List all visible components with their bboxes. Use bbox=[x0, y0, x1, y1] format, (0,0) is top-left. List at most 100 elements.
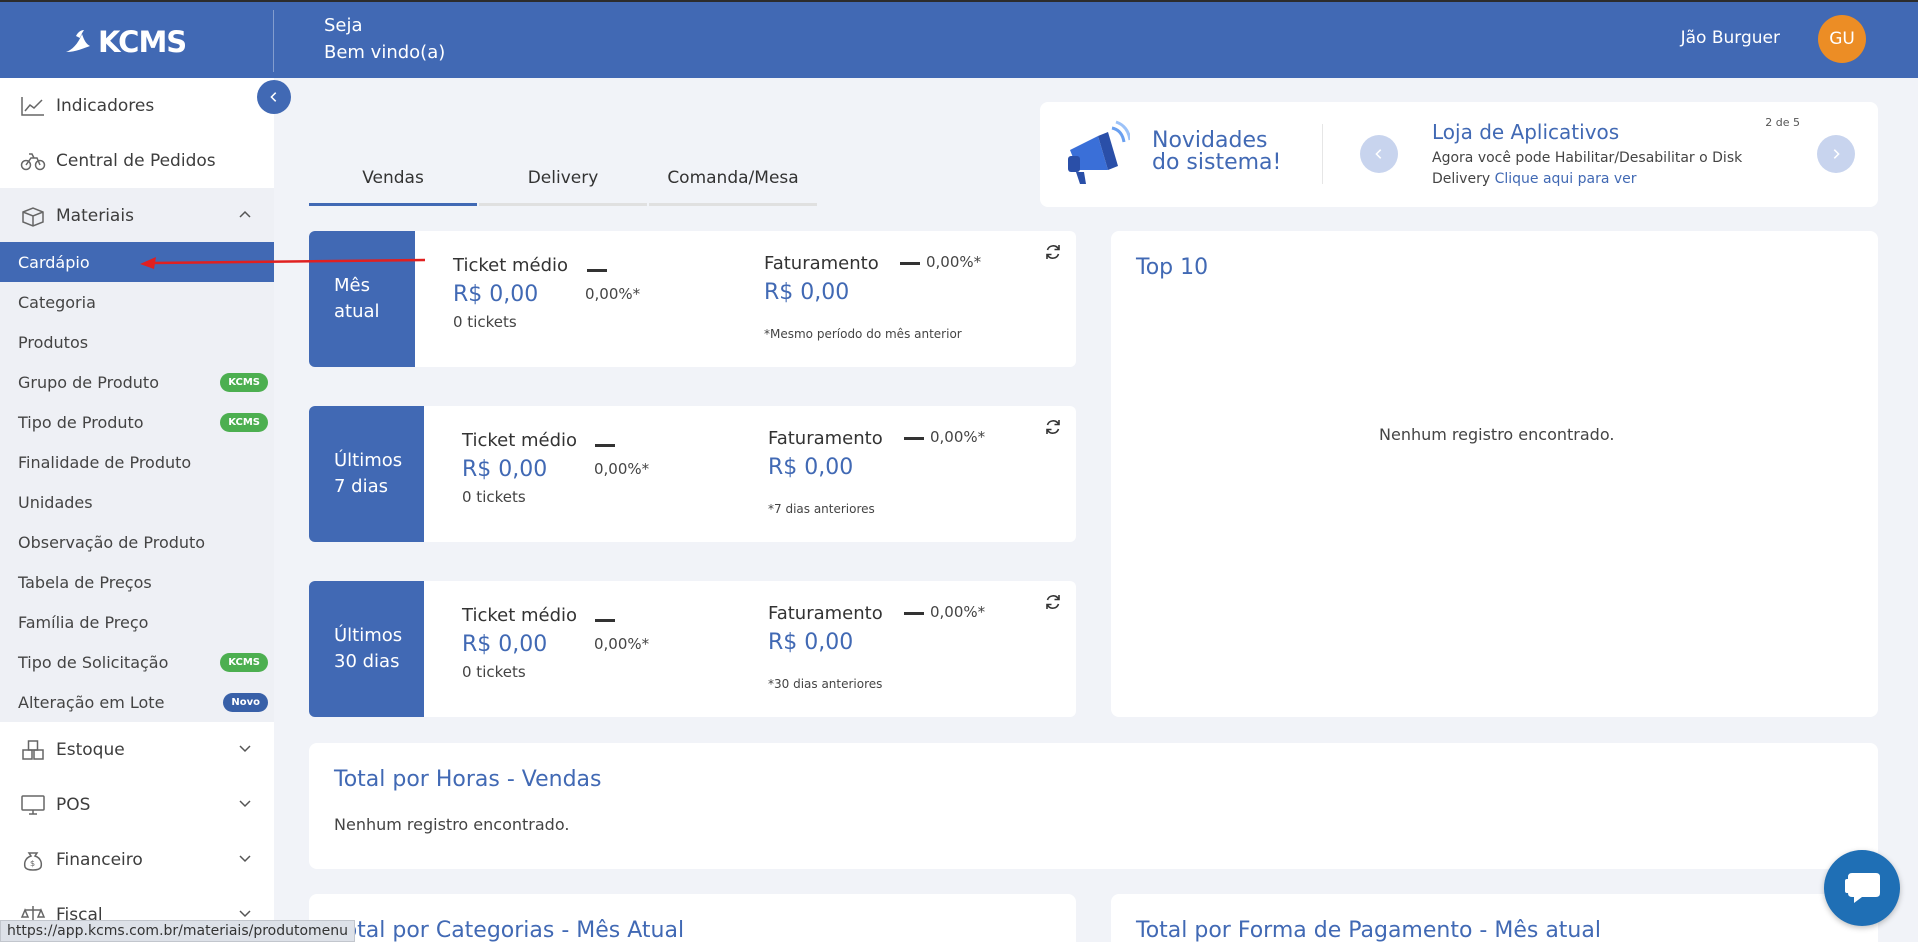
kcms-badge: KCMS bbox=[220, 413, 268, 432]
faturamento-column: Faturamento R$ 0,00 *7 dias anteriores bbox=[768, 428, 883, 516]
trend-dash bbox=[904, 437, 924, 440]
faturamento-column: Faturamento R$ 0,00 *30 dias anteriores bbox=[768, 603, 883, 691]
sidebar-item-grupo-produto[interactable]: Grupo de Produto KCMS bbox=[0, 362, 274, 402]
svg-text:$: $ bbox=[30, 859, 35, 868]
top10-title: Top 10 bbox=[1136, 255, 1209, 280]
top-header: KCMS Seja Bem vindo(a) Jão Burguer GU bbox=[0, 0, 1918, 78]
sidebar-item-financeiro[interactable]: $ Financeiro bbox=[0, 832, 274, 887]
news-app-text: Agora você pode Habilitar/Desabilitar o … bbox=[1432, 148, 1772, 190]
trend-dash bbox=[595, 619, 615, 622]
stat-period-line-1: Mês bbox=[334, 275, 370, 296]
sidebar-item-label: Grupo de Produto bbox=[18, 372, 159, 392]
welcome-line-2: Bem vindo(a) bbox=[324, 42, 446, 63]
sidebar-item-finalidade-produto[interactable]: Finalidade de Produto bbox=[0, 442, 274, 482]
news-banner: Novidades do sistema! Loja de Aplicativo… bbox=[1040, 102, 1878, 207]
tab-label: Delivery bbox=[527, 168, 599, 188]
welcome-line-1: Seja bbox=[324, 15, 363, 36]
sidebar-item-label: Produtos bbox=[18, 332, 89, 352]
sidebar-item-produtos[interactable]: Produtos bbox=[0, 322, 274, 362]
sidebar-item-label: Categoria bbox=[18, 292, 96, 312]
faturamento-pct: 0,00%* bbox=[926, 253, 982, 271]
sidebar-item-label: Central de Pedidos bbox=[56, 150, 216, 171]
faturamento-value: R$ 0,00 bbox=[764, 280, 850, 305]
logo-text: KCMS bbox=[98, 25, 187, 59]
trend-dash bbox=[595, 444, 615, 447]
stat-period-line-1: Últimos bbox=[334, 625, 403, 646]
chat-bubble-icon bbox=[1845, 873, 1880, 903]
refresh-icon[interactable] bbox=[1044, 418, 1062, 436]
stat-period-line-1: Últimos bbox=[334, 450, 403, 471]
news-next-button[interactable] bbox=[1817, 135, 1855, 173]
welcome-message: Seja Bem vindo(a) bbox=[324, 12, 445, 66]
stat-period: Mês atual bbox=[309, 231, 415, 367]
novo-badge: Novo bbox=[223, 693, 268, 712]
chevron-down-icon bbox=[239, 855, 251, 863]
ticket-column: Ticket médio R$ 0,00 0 tickets bbox=[453, 255, 568, 331]
pagamento-panel: Total por Forma de Pagamento - Mês atual bbox=[1111, 894, 1878, 942]
tab-comanda-mesa[interactable]: Comanda/Mesa bbox=[649, 160, 817, 206]
sidebar-item-tabela-precos[interactable]: Tabela de Preços bbox=[0, 562, 274, 602]
sidebar-item-label: Tipo de Solicitação bbox=[18, 652, 169, 672]
sidebar-item-alteracao-lote[interactable]: Alteração em Lote Novo bbox=[0, 682, 274, 722]
sidebar-item-label: Indicadores bbox=[56, 95, 155, 116]
faturamento-label: Faturamento bbox=[768, 428, 883, 449]
horas-empty-message: Nenhum registro encontrado. bbox=[334, 815, 570, 834]
sidebar-collapse-button[interactable] bbox=[257, 80, 291, 114]
sidebar-item-label: Família de Preço bbox=[18, 612, 149, 632]
ticket-column: Ticket médio R$ 0,00 0 tickets bbox=[462, 605, 577, 681]
sidebar-item-unidades[interactable]: Unidades bbox=[0, 482, 274, 522]
ticket-value: R$ 0,00 bbox=[462, 632, 548, 657]
news-app-link[interactable]: Clique aqui para ver bbox=[1495, 171, 1637, 187]
sidebar-item-tipo-solicitacao[interactable]: Tipo de Solicitação KCMS bbox=[0, 642, 274, 682]
sidebar-item-label: Cardápio bbox=[18, 252, 90, 272]
refresh-icon[interactable] bbox=[1044, 593, 1062, 611]
sidebar-item-estoque[interactable]: Estoque bbox=[0, 722, 274, 777]
comparison-note: *7 dias anteriores bbox=[768, 502, 875, 516]
refresh-icon[interactable] bbox=[1044, 243, 1062, 261]
stat-card-mes-atual: Mês atual Ticket médio R$ 0,00 0 tickets … bbox=[309, 231, 1076, 367]
chevron-right-icon bbox=[1833, 149, 1840, 159]
ticket-count: 0 tickets bbox=[462, 663, 526, 681]
stat-period: Últimos 30 dias bbox=[309, 581, 424, 717]
categorias-panel: Total por Categorias - Mês Atual bbox=[309, 894, 1076, 942]
sidebar-item-label: Tipo de Produto bbox=[18, 412, 144, 432]
sidebar-item-label: Estoque bbox=[56, 739, 125, 760]
sidebar-item-observacao-produto[interactable]: Observação de Produto bbox=[0, 522, 274, 562]
annotation-arrow bbox=[140, 257, 426, 269]
ticket-label: Ticket médio bbox=[462, 430, 578, 451]
sidebar-item-categoria[interactable]: Categoria bbox=[0, 282, 274, 322]
chat-button[interactable] bbox=[1824, 850, 1900, 926]
ticket-label: Ticket médio bbox=[453, 255, 569, 276]
sidebar-item-indicadores[interactable]: Indicadores bbox=[0, 78, 274, 133]
trend-dash bbox=[904, 612, 924, 615]
kcms-badge: KCMS bbox=[220, 653, 268, 672]
tab-label: Vendas bbox=[362, 168, 424, 188]
user-name[interactable]: Jão Burguer bbox=[1681, 28, 1780, 48]
trend-dash bbox=[587, 269, 607, 272]
ticket-pct: 0,00%* bbox=[594, 635, 650, 653]
sidebar-item-pos[interactable]: POS bbox=[0, 777, 274, 832]
ticket-column: Ticket médio R$ 0,00 0 tickets bbox=[462, 430, 577, 506]
sidebar-item-materiais[interactable]: Materiais bbox=[0, 188, 274, 243]
stat-period: Últimos 7 dias bbox=[309, 406, 424, 542]
stat-period-line-2: atual bbox=[334, 301, 380, 322]
tab-vendas[interactable]: Vendas bbox=[309, 160, 477, 206]
box-icon bbox=[18, 204, 48, 228]
stat-period-line-2: 30 dias bbox=[334, 651, 400, 672]
news-prev-button[interactable] bbox=[1360, 135, 1398, 173]
tab-delivery[interactable]: Delivery bbox=[479, 160, 647, 206]
sidebar-item-tipo-produto[interactable]: Tipo de Produto KCMS bbox=[0, 402, 274, 442]
ticket-count: 0 tickets bbox=[453, 313, 517, 331]
user-avatar[interactable]: GU bbox=[1818, 15, 1866, 63]
kcms-logo[interactable]: KCMS bbox=[62, 22, 202, 62]
sidebar-item-label: Finalidade de Produto bbox=[18, 452, 192, 472]
kcms-badge: KCMS bbox=[220, 373, 268, 392]
header-divider bbox=[273, 10, 274, 72]
sidebar-item-central-pedidos[interactable]: Central de Pedidos bbox=[0, 133, 274, 188]
tab-underline bbox=[649, 203, 817, 206]
news-app-title: Loja de Aplicativos bbox=[1432, 120, 1620, 144]
comparison-note: *Mesmo período do mês anterior bbox=[764, 327, 962, 341]
horas-panel: Total por Horas - Vendas Nenhum registro… bbox=[309, 743, 1878, 869]
ticket-pct: 0,00%* bbox=[585, 285, 641, 303]
sidebar-item-familia-preco[interactable]: Família de Preço bbox=[0, 602, 274, 642]
